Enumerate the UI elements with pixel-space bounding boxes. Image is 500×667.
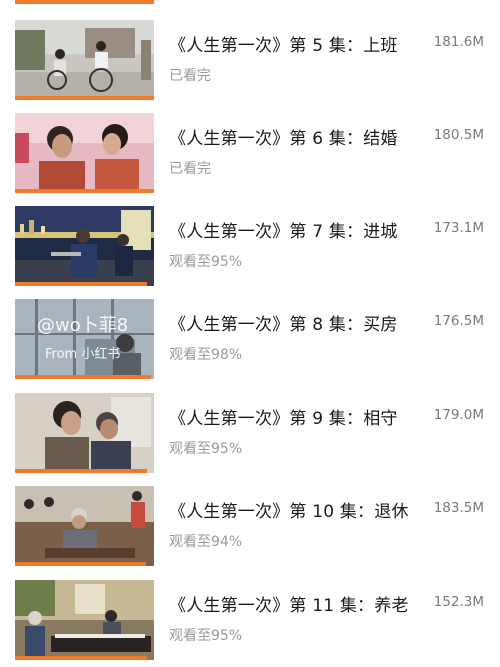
file-size: 183.5M [433, 500, 484, 516]
watch-progress-bar [15, 375, 152, 379]
episode-thumbnail[interactable] [15, 486, 154, 566]
episode-title: 《人生第一次》第 10 集：退休 [169, 502, 409, 522]
watch-status: 观看至98% [169, 347, 243, 363]
episode-thumbnail[interactable] [15, 580, 154, 660]
watch-progress-bar [15, 656, 148, 660]
watch-progress-bar [15, 282, 148, 286]
watch-status: 观看至95% [169, 628, 243, 644]
list-item[interactable]: @wo卜菲8 From 小红书 《人生第一次》第 8 集：买房 176.5M 观… [0, 299, 500, 389]
episode-thumbnail[interactable] [15, 393, 154, 473]
episode-thumbnail[interactable] [15, 20, 154, 100]
download-list: 《人生第一次》第 5 集：上班 181.6M 已看完 《人生第一次》第 6 集：… [0, 0, 500, 667]
episode-title: 《人生第一次》第 9 集：相守 [169, 409, 398, 429]
episode-title: 《人生第一次》第 5 集：上班 [169, 36, 398, 56]
list-item[interactable]: 《人生第一次》第 7 集：进城 173.1M 观看至95% [0, 206, 500, 296]
list-item[interactable]: 《人生第一次》第 10 集：退休 183.5M 观看至94% [0, 486, 500, 576]
list-item[interactable]: 《人生第一次》第 6 集：结婚 180.5M 已看完 [0, 113, 500, 203]
watch-progress-bar [15, 469, 148, 473]
list-item[interactable]: 《人生第一次》第 11 集：养老 152.3M 观看至95% [0, 580, 500, 667]
episode-title: 《人生第一次》第 8 集：买房 [169, 315, 398, 335]
file-size: 173.1M [433, 220, 484, 236]
watch-progress-bar [15, 96, 154, 100]
file-size: 179.0M [433, 407, 484, 423]
watch-status: 观看至95% [169, 441, 243, 457]
list-item[interactable]: 《人生第一次》第 5 集：上班 181.6M 已看完 [0, 20, 500, 110]
list-item[interactable]: 《人生第一次》第 9 集：相守 179.0M 观看至95% [0, 393, 500, 483]
watch-status: 观看至94% [169, 534, 243, 550]
episode-title: 《人生第一次》第 7 集：进城 [169, 222, 398, 242]
watch-status: 观看至95% [169, 254, 243, 270]
watch-progress-bar [15, 562, 146, 566]
file-size: 176.5M [433, 313, 484, 329]
watch-status: 已看完 [169, 161, 211, 177]
previous-item-progress [15, 0, 154, 4]
file-size: 180.5M [433, 127, 484, 143]
file-size: 152.3M [433, 594, 484, 610]
episode-title: 《人生第一次》第 6 集：结婚 [169, 129, 398, 149]
episode-thumbnail[interactable] [15, 113, 154, 193]
episode-thumbnail[interactable] [15, 206, 154, 286]
episode-thumbnail[interactable]: @wo卜菲8 From 小红书 [15, 299, 154, 379]
watch-progress-bar [15, 189, 154, 193]
episode-title: 《人生第一次》第 11 集：养老 [169, 596, 409, 616]
file-size: 181.6M [433, 34, 484, 50]
watch-status: 已看完 [169, 68, 211, 84]
